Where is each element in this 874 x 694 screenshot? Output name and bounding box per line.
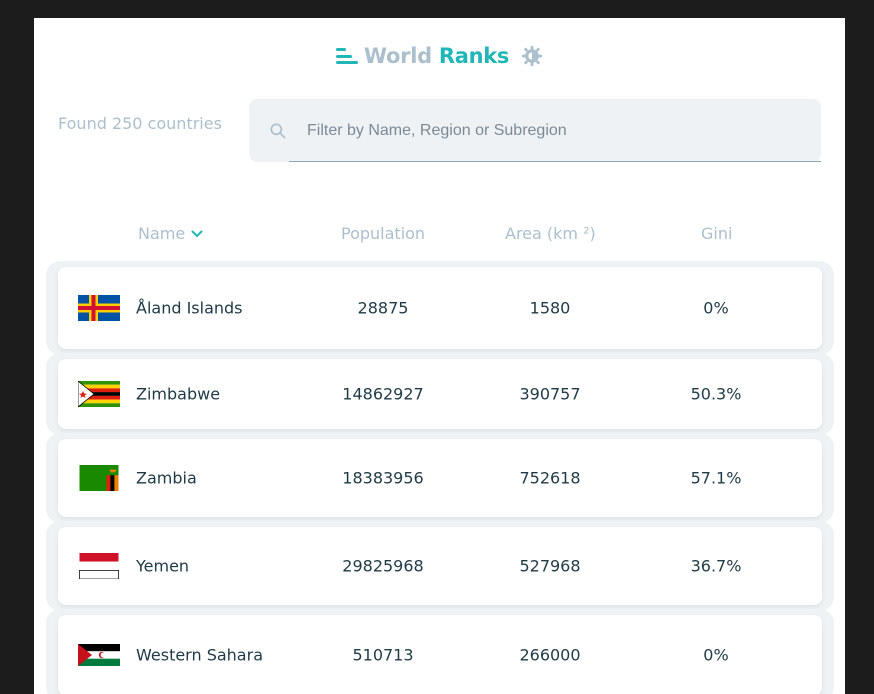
country-gini: 57.1% [690, 468, 742, 488]
app-title-ranks: Ranks [438, 44, 510, 68]
country-gini: 50.3% [690, 384, 742, 404]
app-title: World Ranks [363, 44, 510, 68]
country-gini: 0% [703, 645, 729, 665]
list-item: Western Sahara 510713 266000 0% [46, 609, 834, 694]
zambia-flag-icon [79, 465, 119, 491]
country-name: Zimbabwe [136, 384, 221, 404]
country-population: 510713 [352, 645, 414, 665]
table-row[interactable]: Åland Islands 28875 1580 0% [58, 267, 822, 349]
list-item: Zimbabwe 14862927 390757 50.3% [46, 353, 834, 435]
country-name: Western Sahara [136, 645, 263, 665]
country-population: 28875 [357, 298, 409, 318]
country-population: 18383956 [342, 468, 424, 488]
column-population-button[interactable]: Population [341, 224, 425, 243]
zimbabwe-flag-icon [78, 381, 120, 407]
country-area: 266000 [519, 645, 581, 665]
country-area: 1580 [529, 298, 571, 318]
app-title-world: World [363, 44, 432, 68]
country-gini: 0% [703, 298, 729, 318]
country-population: 29825968 [342, 556, 424, 576]
search-icon [270, 123, 286, 139]
column-name-label: Name [138, 224, 186, 243]
country-list: Åland Islands 28875 1580 0% Zimbabwe 148… [46, 261, 834, 694]
country-area: 390757 [519, 384, 581, 404]
column-gini-button[interactable]: Gini [701, 224, 732, 243]
search-underline [289, 161, 821, 162]
chevron-down-icon [191, 230, 203, 237]
country-population: 14862927 [342, 384, 424, 404]
table-header: Name Population Area (km ²) Gini [58, 224, 821, 248]
column-area-label: Area (km ²) [505, 224, 596, 243]
aland-flag-icon [78, 295, 120, 321]
search-input[interactable] [305, 117, 789, 145]
country-name: Zambia [136, 468, 197, 488]
page: World Ranks Found 250 countries Filter b… [34, 18, 845, 694]
column-gini-label: Gini [701, 224, 733, 243]
table-row[interactable]: Zambia 18383956 752618 57.1% [58, 439, 822, 517]
country-area: 527968 [519, 556, 581, 576]
list-item: Yemen 29825968 527968 36.7% [46, 521, 834, 611]
country-count: Found 250 countries [58, 114, 222, 133]
bar-chart-icon [335, 48, 358, 64]
country-name: Åland Islands [136, 298, 243, 318]
country-area: 752618 [519, 468, 581, 488]
country-name: Yemen [136, 556, 190, 576]
list-item: Åland Islands 28875 1580 0% [46, 261, 834, 355]
western-sahara-flag-icon [78, 644, 120, 666]
sun-icon[interactable] [521, 45, 543, 67]
sort-by-name-button[interactable]: Name [138, 224, 203, 243]
table-row[interactable]: Yemen 29825968 527968 36.7% [58, 527, 822, 605]
column-population-label: Population [341, 224, 426, 243]
app-header: World Ranks [34, 42, 845, 70]
column-area-button[interactable]: Area (km ²) [505, 224, 596, 243]
list-item: Zambia 18383956 752618 57.1% [46, 433, 834, 523]
table-row[interactable]: Zimbabwe 14862927 390757 50.3% [58, 359, 822, 429]
search-box[interactable] [249, 99, 821, 162]
table-row[interactable]: Western Sahara 510713 266000 0% [58, 615, 822, 694]
yemen-flag-icon [79, 553, 119, 579]
country-gini: 36.7% [690, 556, 742, 576]
